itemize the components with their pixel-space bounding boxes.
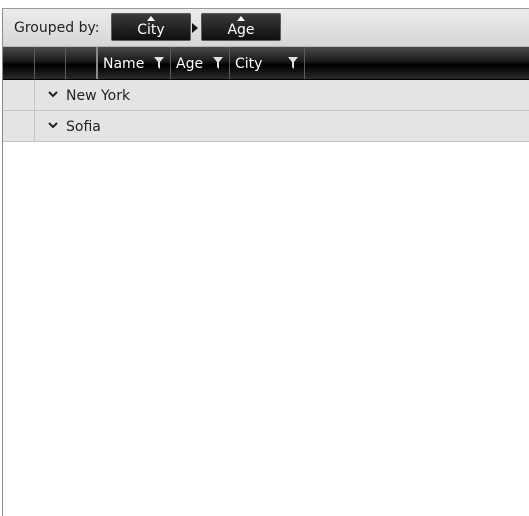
filter-icon[interactable] bbox=[213, 57, 223, 69]
grid-view: Grouped by: City Age Name Age City New Y… bbox=[2, 8, 529, 516]
column-header-age[interactable]: Age bbox=[171, 47, 230, 79]
filter-icon[interactable] bbox=[154, 57, 164, 69]
group-chip-age[interactable]: Age bbox=[201, 13, 281, 41]
filter-icon[interactable] bbox=[288, 57, 298, 69]
group-row-sofia[interactable]: Sofia bbox=[3, 111, 529, 142]
grouping-panel: Grouped by: City Age bbox=[3, 9, 529, 47]
column-header-city[interactable]: City bbox=[230, 47, 305, 79]
column-header-label: Name bbox=[103, 56, 145, 72]
column-header-row: Name Age City bbox=[3, 47, 529, 80]
grouped-by-label: Grouped by: bbox=[14, 20, 100, 36]
group-row-label: Sofia bbox=[66, 119, 101, 135]
sort-ascending-icon bbox=[147, 16, 155, 21]
group-indent-header bbox=[3, 47, 35, 79]
column-header-name[interactable]: Name bbox=[98, 47, 171, 79]
group-chip-label: Age bbox=[227, 22, 255, 38]
chevron-down-icon[interactable] bbox=[47, 120, 59, 130]
row-indent-cell bbox=[3, 111, 35, 141]
group-row-new-york[interactable]: New York bbox=[3, 80, 529, 111]
group-indent-header bbox=[66, 47, 98, 79]
row-indent-cell bbox=[3, 80, 35, 110]
group-chip-city[interactable]: City bbox=[111, 13, 191, 41]
group-chip-label: City bbox=[137, 22, 165, 38]
group-row-label: New York bbox=[66, 88, 131, 104]
sort-ascending-icon bbox=[237, 16, 245, 21]
column-header-label: City bbox=[235, 56, 263, 72]
column-header-label: Age bbox=[176, 56, 204, 72]
chevron-down-icon[interactable] bbox=[47, 89, 59, 99]
chevron-right-icon bbox=[192, 23, 198, 33]
group-indent-header bbox=[35, 47, 66, 79]
